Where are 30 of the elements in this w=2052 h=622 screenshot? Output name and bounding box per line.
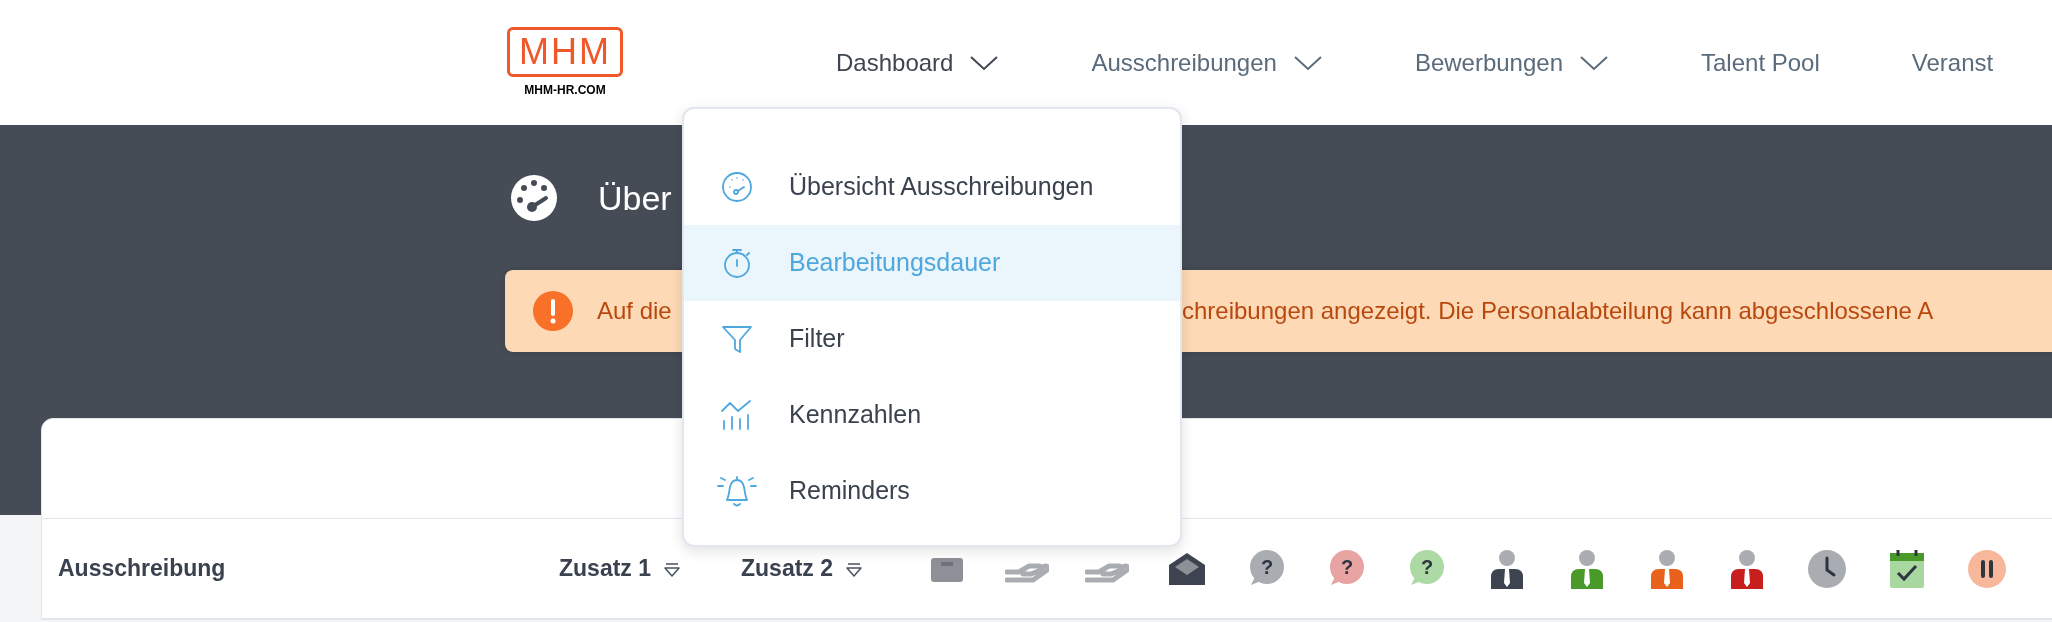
- chevron-down-icon: [1579, 54, 1609, 71]
- nav-item[interactable]: Veranst: [1911, 44, 1994, 81]
- filter-icon: [720, 323, 753, 355]
- nav-item[interactable]: Talent Pool: [1701, 44, 1820, 81]
- chevron-down-icon: [969, 54, 1000, 71]
- dashboard-gauge-icon: [510, 174, 558, 222]
- chart-icon: [720, 399, 753, 431]
- gauge-icon: [720, 171, 753, 203]
- alert-text: Auf die: [597, 297, 672, 324]
- menu-item[interactable]: Kennzahlen: [684, 377, 1180, 453]
- menu-item[interactable]: Filter: [684, 301, 1180, 377]
- exclamation-icon: [533, 291, 573, 331]
- sort-icon[interactable]: [845, 560, 864, 577]
- column-header[interactable]: Zusatz 1: [559, 551, 682, 586]
- menu-item[interactable]: Reminders: [684, 453, 1180, 529]
- nav-item[interactable]: Dashboard: [836, 44, 1000, 81]
- page-title: Über: [598, 177, 672, 219]
- nav-item[interactable]: Ausschreibungen: [1091, 44, 1323, 81]
- column-header[interactable]: Zusatz 2: [741, 551, 864, 586]
- column-header[interactable]: Ausschreibung: [58, 551, 226, 586]
- calendar-check-icon: [1889, 548, 1925, 589]
- bell-icon: [716, 474, 757, 508]
- envelope-icon: [1167, 550, 1207, 587]
- nav-item[interactable]: Bewerbungen: [1414, 44, 1609, 81]
- clock-icon: [1807, 548, 1847, 589]
- chevron-down-icon: [1292, 54, 1323, 71]
- alert-text: chreibungen angezeigt. Die Personalabteilung kann abgeschlossene A: [1182, 296, 1934, 326]
- sort-icon[interactable]: [663, 560, 682, 577]
- pause-icon: [1967, 548, 2007, 589]
- menu-item[interactable]: Übersicht Ausschreibungen: [684, 149, 1180, 225]
